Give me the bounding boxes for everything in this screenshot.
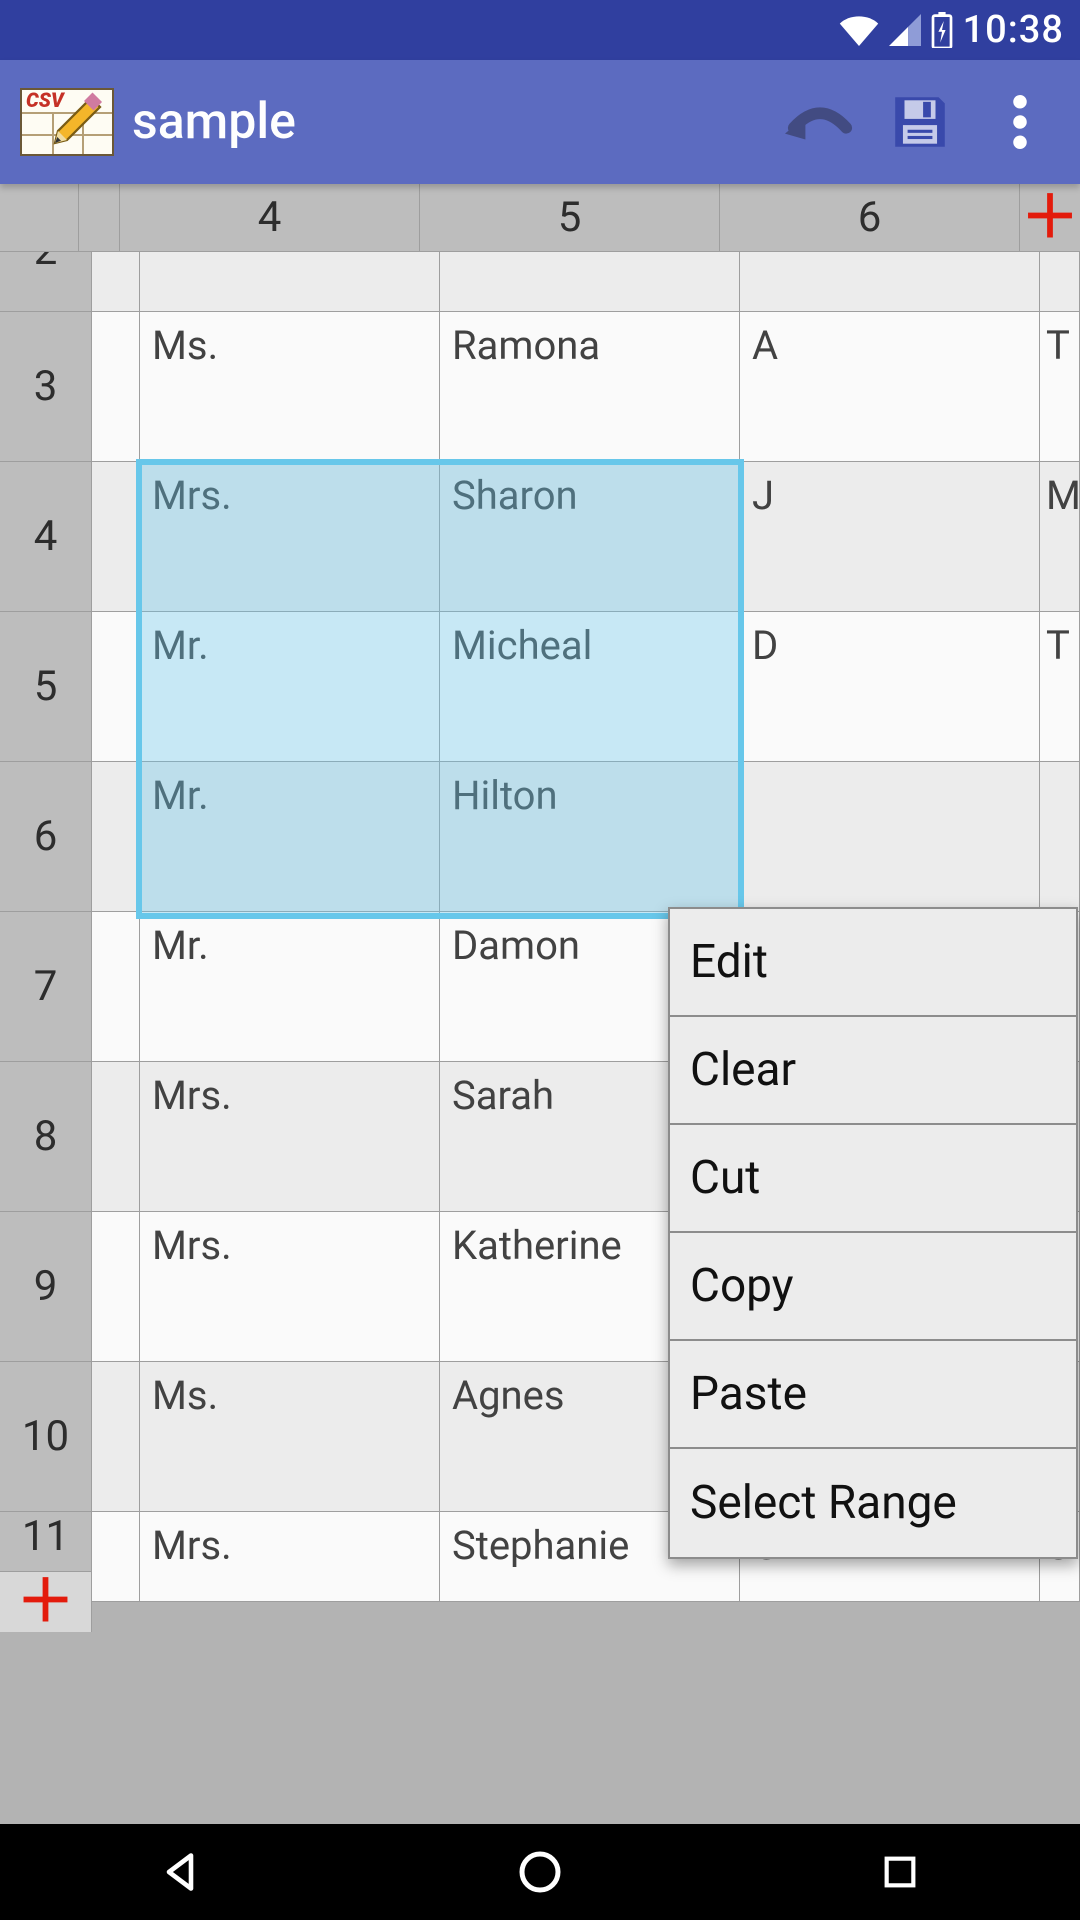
cell[interactable]: Ms.: [140, 1362, 440, 1512]
cell[interactable]: Mrs.: [140, 1212, 440, 1362]
row-header-10[interactable]: 10: [0, 1362, 92, 1512]
table-row: Mrs. Sharon J M: [92, 462, 1080, 612]
cell[interactable]: Micheal: [440, 612, 740, 762]
context-menu: Edit Clear Cut Copy Paste Select Range: [668, 907, 1078, 1559]
cell[interactable]: T: [1040, 612, 1080, 762]
cell[interactable]: Ms.: [140, 312, 440, 462]
cell[interactable]: A: [740, 312, 1040, 462]
android-nav-bar: [0, 1824, 1080, 1920]
cell[interactable]: J: [740, 462, 1040, 612]
cell[interactable]: [140, 252, 440, 312]
cell[interactable]: Mr.: [140, 912, 440, 1062]
cell[interactable]: M: [1040, 462, 1080, 612]
col-header-4[interactable]: 4: [120, 184, 420, 252]
row-header-5[interactable]: 5: [0, 612, 92, 762]
cell[interactable]: Mrs.: [140, 1512, 440, 1602]
save-button[interactable]: [880, 82, 960, 162]
cell[interactable]: [1040, 252, 1080, 312]
row-header-3[interactable]: 3: [0, 312, 92, 462]
table-row: Ms. Ramona A T: [92, 312, 1080, 462]
row-header-9[interactable]: 9: [0, 1212, 92, 1362]
wifi-icon: [839, 14, 879, 46]
plus-icon: ＋: [16, 1573, 74, 1631]
ctx-paste[interactable]: Paste: [670, 1341, 1076, 1449]
col-header-6[interactable]: 6: [720, 184, 1020, 252]
cell[interactable]: [740, 252, 1040, 312]
cell[interactable]: Mrs.: [140, 1062, 440, 1212]
add-column-button[interactable]: ＋: [1020, 184, 1080, 252]
cell[interactable]: Mrs.: [140, 462, 440, 612]
row-header-7[interactable]: 7: [0, 912, 92, 1062]
app-title: sample: [132, 93, 760, 151]
cell[interactable]: Hilton: [440, 762, 740, 912]
back-button[interactable]: [150, 1842, 210, 1902]
undo-button[interactable]: [780, 82, 860, 162]
status-bar: 10:38: [0, 0, 1080, 60]
cell[interactable]: [440, 252, 740, 312]
column-headers: 4 5 6 ＋: [0, 184, 1080, 252]
cell[interactable]: Sharon: [440, 462, 740, 612]
row-headers: 2 3 4 5 6 7 8 9 10 11 ＋: [0, 252, 92, 1824]
col-header-5[interactable]: 5: [420, 184, 720, 252]
ctx-select-range[interactable]: Select Range: [670, 1449, 1076, 1557]
battery-charging-icon: [931, 12, 953, 48]
row-gutter-header: [79, 184, 120, 252]
ctx-edit[interactable]: Edit: [670, 909, 1076, 1017]
table-row: [92, 252, 1080, 312]
signal-icon: [889, 14, 921, 46]
cell[interactable]: Ramona: [440, 312, 740, 462]
app-bar: CSV sample: [0, 60, 1080, 184]
table-row: Mr. Micheal D T: [92, 612, 1080, 762]
overflow-menu-button[interactable]: [980, 82, 1060, 162]
ctx-clear[interactable]: Clear: [670, 1017, 1076, 1125]
cell[interactable]: Mr.: [140, 762, 440, 912]
ctx-copy[interactable]: Copy: [670, 1233, 1076, 1341]
spreadsheet-grid[interactable]: 4 5 6 ＋ 2 3 4 5 6 7 8 9 10 11 ＋: [0, 184, 1080, 1824]
row-header-8[interactable]: 8: [0, 1062, 92, 1212]
row-header-4[interactable]: 4: [0, 462, 92, 612]
recents-button[interactable]: [870, 1842, 930, 1902]
cell[interactable]: Mr.: [140, 612, 440, 762]
row-header-6[interactable]: 6: [0, 762, 92, 912]
row-header-2[interactable]: 2: [0, 252, 92, 312]
table-row: Mr. Hilton: [92, 762, 1080, 912]
row-header-11[interactable]: 11: [0, 1512, 92, 1572]
cell[interactable]: [1040, 762, 1080, 912]
ctx-cut[interactable]: Cut: [670, 1125, 1076, 1233]
cell[interactable]: T: [1040, 312, 1080, 462]
plus-icon: ＋: [1021, 189, 1079, 247]
status-time: 10:38: [963, 8, 1064, 52]
app-csv-icon: CSV: [20, 88, 114, 156]
corner-cell: [0, 184, 79, 252]
add-row-button[interactable]: ＋: [0, 1572, 92, 1632]
cell[interactable]: D: [740, 612, 1040, 762]
cell[interactable]: [740, 762, 1040, 912]
home-button[interactable]: [510, 1842, 570, 1902]
